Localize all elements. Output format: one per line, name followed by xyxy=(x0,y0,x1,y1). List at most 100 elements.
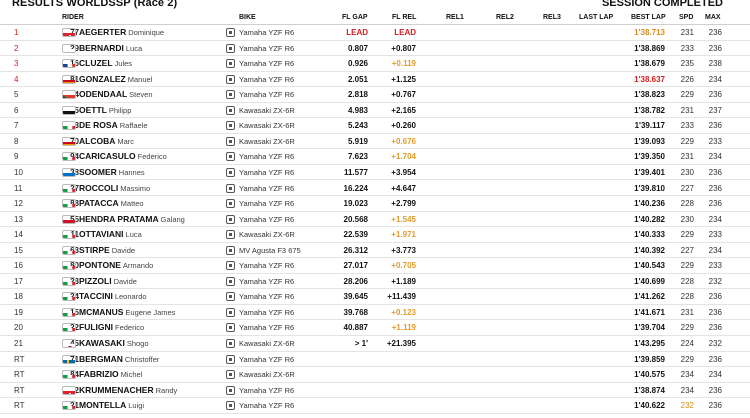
rider-name[interactable]: ALCOBA Marc xyxy=(79,135,134,146)
best-lap: 1'39.401 xyxy=(634,167,665,177)
rider-name[interactable]: CLUZEL Jules xyxy=(79,59,132,69)
fl-gap: > 1' xyxy=(354,339,368,348)
rider-last-name: BERNARDI xyxy=(79,42,124,53)
table-row[interactable]: 3 16 CLUZEL Jules Yamaha YZF R6 0.926 +0.… xyxy=(0,56,750,72)
bike-model: Yamaha YZF R6 xyxy=(239,307,295,317)
table-row[interactable]: 16 80 PONTONE Armando Yamaha YZF R6 27.01… xyxy=(0,258,750,274)
rider-name[interactable]: PIZZOLI Davide xyxy=(79,276,137,286)
speed: 229 xyxy=(680,136,694,146)
col-last-lap: LAST LAP xyxy=(579,14,614,21)
rider-name[interactable]: ODENDAAL Steven xyxy=(79,89,153,100)
rider-last-name: OETTL xyxy=(79,104,107,115)
rider-name[interactable]: STIRPE Davide xyxy=(79,245,135,255)
rider-first-name: Luigi xyxy=(128,401,145,411)
bike-model: Yamaha YZF R6 xyxy=(239,214,295,224)
rider-name[interactable]: MCMANUS Eugene James xyxy=(79,306,176,317)
table-row[interactable]: 8 70 ALCOBA Marc Kawasaki ZX-6R 5.919 +0.… xyxy=(0,134,750,150)
italy-flag-icon xyxy=(62,323,76,333)
manufacturer-icon xyxy=(226,183,235,193)
table-row[interactable]: RT 2 KRUMMENACHER Randy Yamaha YZF R6 1'3… xyxy=(0,383,750,399)
rider-name[interactable]: BERNARDI Luca xyxy=(79,42,142,53)
manufacturer-icon xyxy=(226,245,235,255)
rider-name[interactable]: PATACCA Matteo xyxy=(79,199,144,209)
table-row[interactable]: RT 71 BERGMAN Christoffer Yamaha YZF R6 1… xyxy=(0,352,750,368)
table-row[interactable]: 4 81 GONZALEZ Manuel Yamaha YZF R6 2.051 … xyxy=(0,72,750,88)
rider-name[interactable]: GONZALEZ Manuel xyxy=(79,74,152,84)
rider-name[interactable]: FABRIZIO Michel xyxy=(79,370,142,380)
table-row[interactable]: 2 29 BERNARDI Luca Yamaha YZF R6 0.807 +0… xyxy=(0,41,750,57)
col-spd: SPD xyxy=(679,14,694,21)
table-row[interactable]: 14 11 OTTAVIANI Luca Kawasaki ZX-6R 22.53… xyxy=(0,227,750,243)
max-speed: 236 xyxy=(708,43,722,53)
italy-flag-icon xyxy=(62,276,76,286)
table-row[interactable]: 7 3 DE ROSA Raffaele Kawasaki ZX-6R 5.243… xyxy=(0,118,750,134)
rider-name[interactable]: OETTL Philipp xyxy=(79,104,131,115)
table-row[interactable]: 10 38 SOOMER Hannes Yamaha YZF R6 11.577 … xyxy=(0,165,750,181)
rider-name[interactable]: OTTAVIANI Luca xyxy=(79,229,142,240)
rider-last-name: ODENDAAL xyxy=(79,89,128,100)
max-speed: 236 xyxy=(708,323,722,333)
rider-name[interactable]: SOOMER Hannes xyxy=(79,167,145,177)
table-row[interactable]: 13 55 HENDRA PRATAMA Galang Yamaha YZF R6… xyxy=(0,212,750,228)
manufacturer-icon xyxy=(226,354,235,364)
rider-last-name: OTTAVIANI xyxy=(79,229,124,240)
rider-first-name: Shogo xyxy=(126,339,149,348)
table-row[interactable]: 18 24 TACCINI Leonardo Yamaha YZF R6 39.6… xyxy=(0,289,750,305)
best-lap: 1'39.117 xyxy=(634,121,665,131)
rider-first-name: Eugene James xyxy=(125,307,176,317)
rider-name[interactable]: MONTELLA Luigi xyxy=(79,401,145,411)
rider-last-name: CARICASULO xyxy=(79,151,136,162)
max-speed: 233 xyxy=(708,136,722,146)
page-title: RESULTS WORLDSSP (Race 2) xyxy=(12,0,178,9)
table-row[interactable]: 21 45 KAWASAKI Shogo Kawasaki ZX-6R > 1' … xyxy=(0,336,750,352)
fl-gap: LEAD xyxy=(346,28,368,37)
rider-name[interactable]: KAWASAKI Shogo xyxy=(79,339,149,349)
rider-last-name: ALCOBA xyxy=(79,135,116,146)
table-row[interactable]: 15 63 STIRPE Davide MV Agusta F3 675 26.3… xyxy=(0,243,750,259)
table-row[interactable]: RT 84 FABRIZIO Michel Kawasaki ZX-6R 1'40… xyxy=(0,367,750,383)
rider-last-name: MCMANUS xyxy=(79,306,124,317)
fl-rel: +2.165 xyxy=(391,105,416,115)
table-row[interactable]: 17 23 PIZZOLI Davide Yamaha YZF R6 28.206… xyxy=(0,274,750,290)
best-lap: 1'39.859 xyxy=(634,354,665,364)
table-row[interactable]: 11 27 ROCCOLI Massimo Yamaha YZF R6 16.22… xyxy=(0,181,750,196)
italy-flag-icon xyxy=(62,261,76,271)
table-row[interactable]: 12 88 PATACCA Matteo Yamaha YZF R6 19.023… xyxy=(0,196,750,212)
table-row[interactable]: 1 77 AEGERTER Dominique Yamaha YZF R6 LEA… xyxy=(0,25,750,41)
table-row[interactable]: RT 21 MONTELLA Luigi Yamaha YZF R6 1'40.6… xyxy=(0,398,750,414)
rider-name[interactable]: TACCINI Leonardo xyxy=(79,292,147,302)
rider-name[interactable]: FULIGNI Federico xyxy=(79,323,144,333)
rider-last-name: ROCCOLI xyxy=(79,182,119,193)
rider-name[interactable]: PONTONE Armando xyxy=(79,261,154,271)
best-lap: 1'38.823 xyxy=(634,90,665,100)
max-speed: 236 xyxy=(708,199,722,209)
speed: 230 xyxy=(680,167,694,177)
speed: 229 xyxy=(680,354,694,364)
fl-rel: +1.119 xyxy=(391,323,416,333)
manufacturer-icon xyxy=(226,370,235,380)
rider-name[interactable]: AEGERTER Dominique xyxy=(79,28,164,38)
col-bike: BIKE xyxy=(239,14,256,21)
table-row[interactable]: 6 5 OETTL Philipp Kawasaki ZX-6R 4.983 +2… xyxy=(0,103,750,119)
rider-first-name: Armando xyxy=(122,261,154,271)
rider-name[interactable]: ROCCOLI Massimo xyxy=(79,182,150,193)
table-row[interactable]: 5 4 ODENDAAL Steven Yamaha YZF R6 2.818 +… xyxy=(0,87,750,103)
italy-flag-icon xyxy=(62,370,76,380)
table-row[interactable]: 20 22 FULIGNI Federico Yamaha YZF R6 40.8… xyxy=(0,320,750,336)
fl-rel: +1.125 xyxy=(391,74,416,84)
rider-name[interactable]: HENDRA PRATAMA Galang xyxy=(79,214,185,224)
table-row[interactable]: 19 15 MCMANUS Eugene James Yamaha YZF R6 … xyxy=(0,305,750,321)
italy-flag-icon xyxy=(62,245,76,255)
rider-name[interactable]: BERGMAN Christoffer xyxy=(79,354,159,364)
position: 3 xyxy=(14,59,19,69)
fl-rel: +0.119 xyxy=(391,59,416,69)
rider-name[interactable]: KRUMMENACHER Randy xyxy=(79,385,177,395)
position: 21 xyxy=(14,339,23,348)
rider-first-name: Federico xyxy=(137,152,167,162)
rider-first-name: Steven xyxy=(129,90,153,100)
rider-name[interactable]: CARICASULO Federico xyxy=(79,151,167,162)
position: 4 xyxy=(14,74,19,84)
rider-name[interactable]: DE ROSA Raffaele xyxy=(79,121,148,131)
best-lap: 1'40.282 xyxy=(634,214,665,224)
table-row[interactable]: 9 94 CARICASULO Federico Yamaha YZF R6 7.… xyxy=(0,149,750,165)
